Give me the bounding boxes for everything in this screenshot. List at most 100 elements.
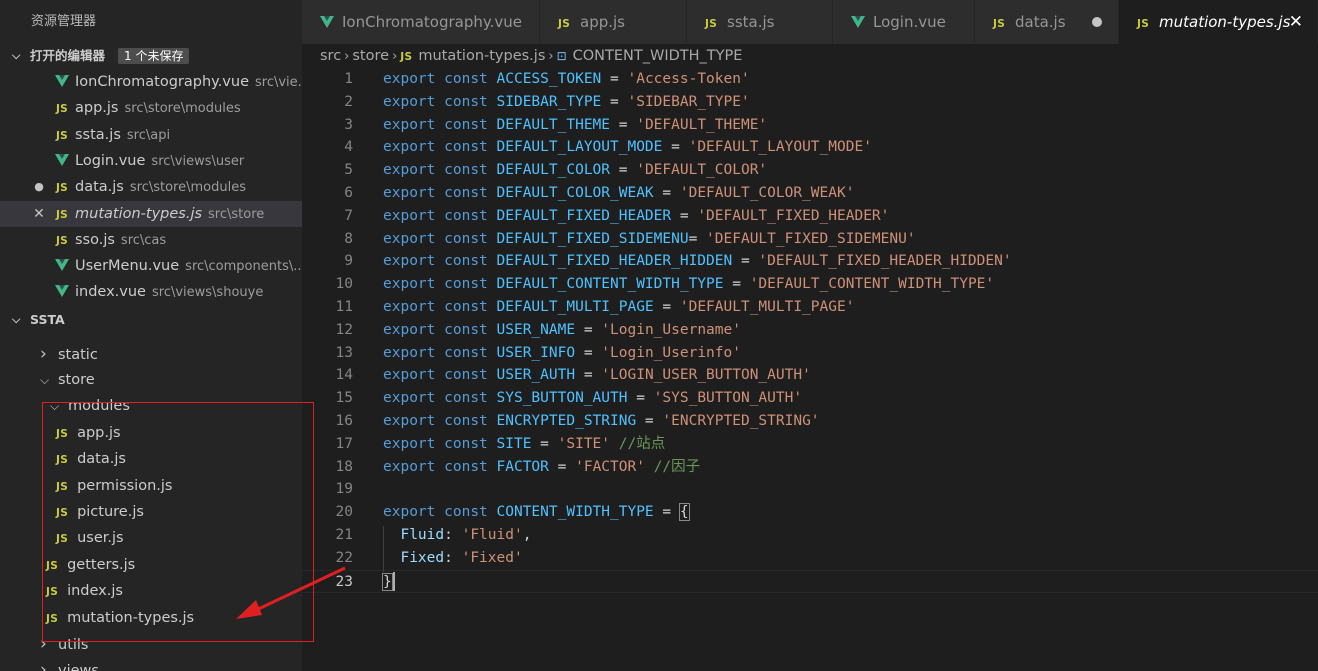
- editor-tab[interactable]: JS mutation-types.js ✕: [1119, 0, 1318, 44]
- open-editor-item[interactable]: index.vue src\views\shouye: [0, 279, 302, 305]
- open-editor-item[interactable]: JS app.js src\store\modules: [0, 95, 302, 121]
- breadcrumb-segment[interactable]: CONTENT_WIDTH_TYPE: [573, 48, 743, 64]
- tree-folder[interactable]: › views: [40, 657, 99, 671]
- file-icon: JS: [558, 0, 570, 46]
- code-line[interactable]: 2 export const SIDEBAR_TYPE = 'SIDEBAR_TY…: [302, 91, 1318, 114]
- code-token: export: [383, 139, 436, 156]
- code-token: const: [444, 413, 488, 429]
- code-token: =: [732, 253, 759, 270]
- code-token: CONTENT_WIDTH_TYPE: [496, 504, 654, 521]
- file-icon: [320, 0, 334, 44]
- open-editor-item[interactable]: ● JS data.js src\store\modules: [0, 174, 302, 200]
- close-icon[interactable]: ✕: [1289, 0, 1303, 44]
- tree-folder[interactable]: ⌵ store: [40, 367, 95, 393]
- file-icon: JS: [53, 227, 71, 253]
- open-editor-item[interactable]: UserMenu.vue src\components\...: [0, 253, 302, 279]
- line-number: 10: [335, 276, 353, 293]
- open-editor-item[interactable]: JS ssta.js src\api: [0, 122, 302, 148]
- code-token: 'Access-Token': [627, 71, 750, 87]
- open-editor-name: ssta.js src\api: [75, 122, 170, 148]
- tree-folder[interactable]: › utils: [40, 631, 89, 657]
- file-icon: [53, 253, 71, 279]
- line-content: export const DEFAULT_COLOR = 'DEFAULT_CO…: [383, 159, 767, 182]
- code-line[interactable]: 15 export const SYS_BUTTON_AUTH = 'SYS_BU…: [302, 387, 1318, 410]
- line-number: 3: [344, 116, 353, 133]
- code-token: DEFAULT_MULTI_PAGE: [496, 299, 654, 315]
- code-line[interactable]: 4 export const DEFAULT_LAYOUT_MODE = 'DEF…: [302, 136, 1318, 159]
- code-line[interactable]: 1 export const ACCESS_TOKEN = 'Access-Tok…: [302, 68, 1318, 91]
- code-token: =: [653, 185, 680, 201]
- workspace-header[interactable]: ⌵ SSTA: [0, 308, 302, 331]
- close-icon[interactable]: ✕: [32, 201, 46, 227]
- code-line[interactable]: 7 export const DEFAULT_FIXED_HEADER = 'DE…: [302, 205, 1318, 228]
- code-line[interactable]: 8 export const DEFAULT_FIXED_SIDEMENU= 'D…: [302, 228, 1318, 251]
- tree-file[interactable]: JS mutation-types.js: [8, 605, 302, 631]
- open-editor-item[interactable]: Login.vue src\views\user: [0, 148, 302, 174]
- code-line[interactable]: 11 export const DEFAULT_MULTI_PAGE = 'DEF…: [302, 296, 1318, 319]
- open-editor-item[interactable]: IonChromatography.vue src\vie...: [0, 69, 302, 95]
- code-token: const: [444, 458, 488, 475]
- code-line[interactable]: 22 Fixed: 'Fixed': [302, 547, 1318, 570]
- tree-file[interactable]: JS app.js: [56, 420, 121, 446]
- tree-file[interactable]: JS index.js: [46, 578, 123, 604]
- tree-folder[interactable]: › static: [40, 341, 98, 367]
- editor-tab[interactable]: Login.vue: [833, 0, 975, 44]
- open-editor-item[interactable]: ✕ JS mutation-types.js src\store: [0, 200, 302, 227]
- code-token: const: [444, 71, 488, 87]
- code-line[interactable]: 19: [302, 478, 1318, 501]
- code-token: 'DEFAULT_FIXED_HEADER': [697, 207, 890, 224]
- code-line[interactable]: 21 Fluid: 'Fluid',: [302, 524, 1318, 547]
- js-file-icon: JS: [55, 208, 69, 221]
- code-token: const: [444, 230, 488, 247]
- tree-file[interactable]: JS data.js: [56, 446, 126, 472]
- editor-tab[interactable]: JS ssta.js: [687, 0, 833, 44]
- tree-file[interactable]: JS user.js: [56, 525, 124, 551]
- code-token: =: [610, 162, 637, 179]
- code-line[interactable]: 20 export const CONTENT_WIDTH_TYPE = {: [302, 501, 1318, 524]
- tree-folder[interactable]: ⌵ modules: [50, 393, 130, 419]
- code-line[interactable]: 6 export const DEFAULT_COLOR_WEAK = 'DEFA…: [302, 182, 1318, 205]
- code-token: 'FACTOR': [575, 458, 645, 475]
- unsaved-dot-icon[interactable]: [1092, 17, 1102, 27]
- open-editor-name: index.vue src\views\shouye: [75, 279, 263, 305]
- line-content: export const USER_AUTH = 'LOGIN_USER_BUT…: [383, 364, 811, 387]
- code-editor[interactable]: 1 export const ACCESS_TOKEN = 'Access-Tok…: [302, 68, 1318, 671]
- code-line[interactable]: 5 export const DEFAULT_COLOR = 'DEFAULT_C…: [302, 159, 1318, 182]
- breadcrumb-segment[interactable]: mutation-types.js: [418, 48, 545, 64]
- code-token: SITE: [496, 435, 532, 452]
- file-icon: JS: [1137, 0, 1149, 46]
- unsaved-dot-icon[interactable]: ●: [32, 174, 46, 200]
- editor-tab[interactable]: IonChromatography.vue: [302, 0, 540, 44]
- code-line[interactable]: 10 export const DEFAULT_CONTENT_WIDTH_TYP…: [302, 273, 1318, 296]
- code-line[interactable]: 3 export const DEFAULT_THEME = 'DEFAULT_T…: [302, 114, 1318, 137]
- code-token: export: [383, 162, 436, 179]
- code-line[interactable]: 12 export const USER_NAME = 'Login_Userna…: [302, 319, 1318, 342]
- code-line[interactable]: 18 export const FACTOR = 'FACTOR' //因子: [302, 456, 1318, 479]
- open-editor-item[interactable]: JS sso.js src\cas: [0, 227, 302, 253]
- file-name: mutation-types.js: [75, 205, 203, 222]
- tree-file[interactable]: JS permission.js: [56, 473, 172, 499]
- chevron-right-icon: ›: [40, 660, 47, 671]
- tree-file[interactable]: JS getters.js: [46, 552, 135, 578]
- editor-tab[interactable]: JS app.js: [540, 0, 687, 44]
- code-line[interactable]: 17 export const SITE = 'SITE' //站点: [302, 433, 1318, 456]
- breadcrumb-segment[interactable]: src: [320, 48, 341, 64]
- code-line[interactable]: 16 export const ENCRYPTED_STRING = 'ENCRY…: [302, 410, 1318, 433]
- code-line[interactable]: 13 export const USER_INFO = 'Login_Userin…: [302, 342, 1318, 365]
- breadcrumb-segment[interactable]: store: [352, 48, 389, 64]
- code-line[interactable]: 23}: [302, 569, 1318, 593]
- tree-file[interactable]: JS picture.js: [56, 499, 144, 525]
- open-editors-header[interactable]: ⌵ 打开的编辑器 1 个未保存: [0, 44, 302, 67]
- code-line[interactable]: 14 export const USER_AUTH = 'LOGIN_USER_B…: [302, 364, 1318, 387]
- code-line[interactable]: 9 export const DEFAULT_FIXED_HEADER_HIDDE…: [302, 250, 1318, 273]
- editor-tab[interactable]: JS data.js: [975, 0, 1119, 44]
